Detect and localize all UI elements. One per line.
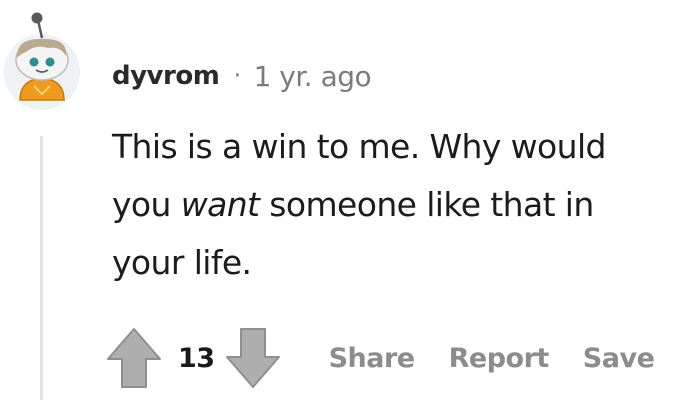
comment-emphasis: want: [180, 185, 260, 224]
vote-score: 13: [178, 342, 215, 374]
snoo-avatar-icon: [4, 12, 80, 110]
meta-separator: ·: [233, 61, 242, 91]
report-button[interactable]: Report: [449, 343, 550, 374]
avatar[interactable]: [2, 8, 86, 112]
save-button[interactable]: Save: [583, 343, 655, 374]
comment-text-segment: someone like that in: [259, 185, 594, 224]
upvote-arrow-icon[interactable]: [104, 325, 164, 391]
author-username[interactable]: dyvrom: [112, 61, 220, 91]
comment-line-3: your life.: [112, 243, 252, 282]
comment-card: dyvrom · 1 yr. ago This is a win to me. …: [0, 0, 700, 400]
comment-meta: dyvrom · 1 yr. ago: [112, 56, 372, 96]
comment-body: This is a win to me. Why would you want …: [112, 118, 682, 292]
share-button[interactable]: Share: [329, 343, 416, 374]
comment-actions: 13 Share Report Save: [104, 322, 655, 394]
comment-text-segment: you: [112, 185, 181, 224]
comment-timestamp[interactable]: 1 yr. ago: [254, 60, 372, 93]
comment-line-1: This is a win to me. Why would: [112, 127, 606, 166]
comment-line-2: you want someone like that in: [112, 176, 682, 234]
thread-line[interactable]: [40, 136, 43, 400]
downvote-arrow-icon[interactable]: [223, 325, 283, 391]
